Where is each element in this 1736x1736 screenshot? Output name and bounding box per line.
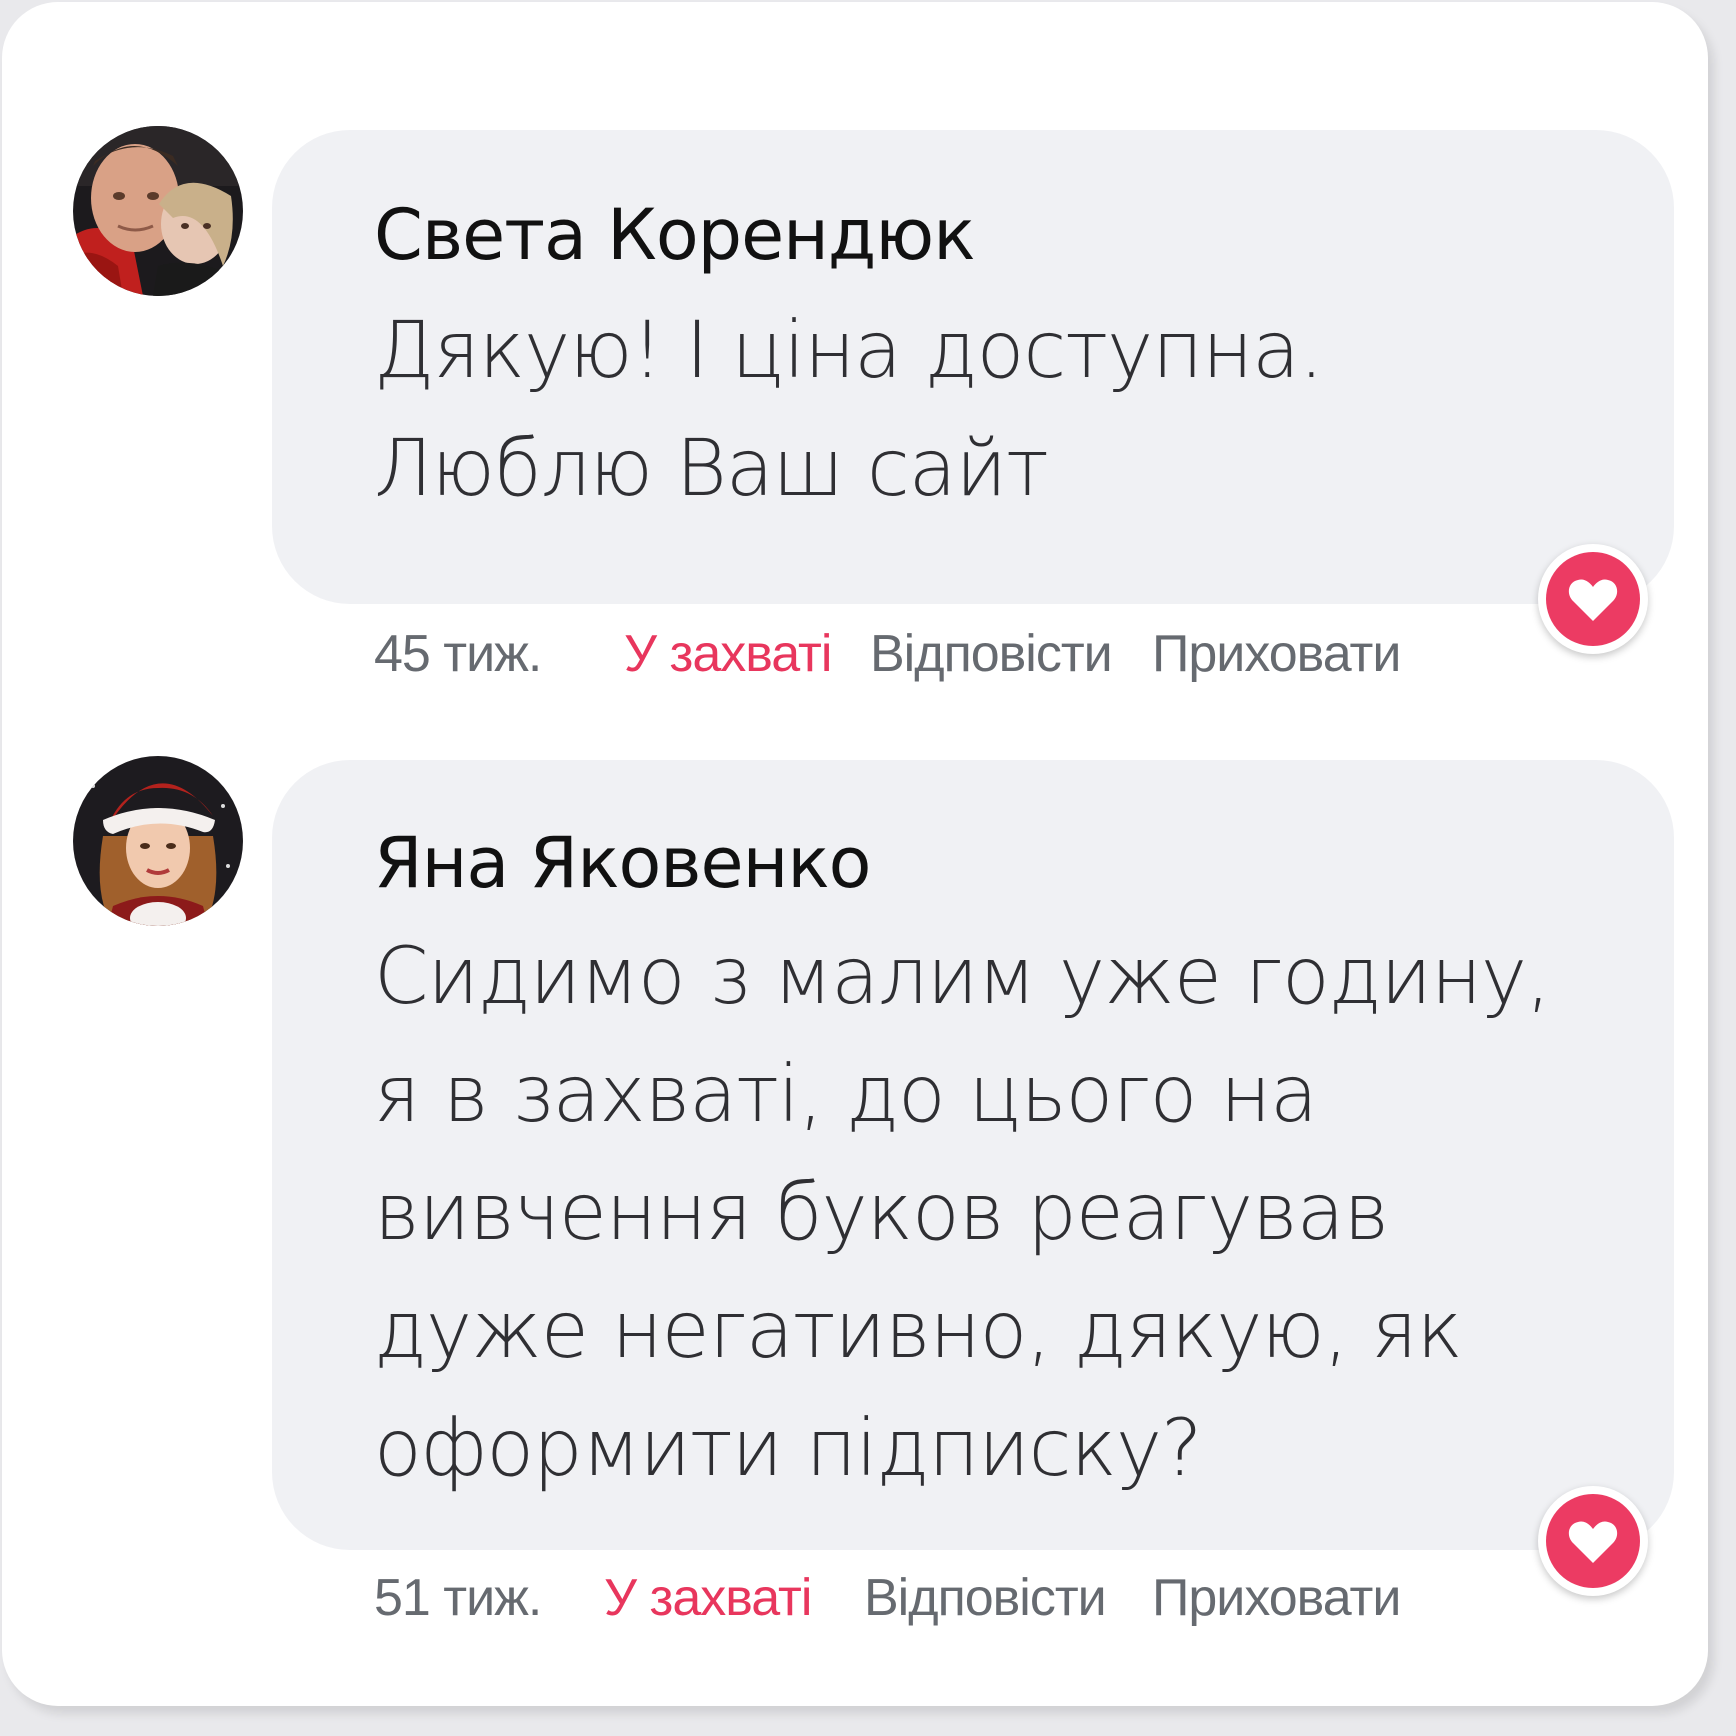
reply-button[interactable]: Відповісти [870,624,1113,684]
like-button[interactable]: У захваті [604,1568,812,1628]
reaction-badge[interactable] [1538,544,1648,654]
comment-text: Дякую! І ціна доступна. Люблю Ваш сайт [374,306,1324,514]
comment-timestamp: 51 тиж. [374,1569,542,1627]
comment-author[interactable]: Яна Яковенко [374,822,871,904]
heart-icon [1568,1521,1618,1563]
comment-author[interactable]: Света Корендюк [374,194,976,276]
woman-santa-hat-avatar [73,756,243,926]
reaction-badge[interactable] [1538,1486,1648,1596]
heart-icon [1568,579,1618,621]
comment-bubble: Яна Яковенко Сидимо з малим уже годину, … [272,760,1674,1550]
hide-button[interactable]: Приховати [1152,1568,1401,1628]
comment-text: Сидимо з малим уже годину, я в захваті, … [374,932,1551,1494]
comment-bubble: Света Корендюк Дякую! І ціна доступна. Л… [272,130,1674,604]
avatar[interactable] [73,126,243,296]
page: Света Корендюк Дякую! І ціна доступна. Л… [0,0,1736,1736]
avatar[interactable] [73,756,243,926]
comment-timestamp: 45 тиж. [374,625,542,683]
comments-card: Света Корендюк Дякую! І ціна доступна. Л… [2,2,1708,1706]
hide-button[interactable]: Приховати [1152,624,1401,684]
couple-photo-avatar [73,126,243,296]
like-button[interactable]: У захваті [624,624,832,684]
reply-button[interactable]: Відповісти [864,1568,1107,1628]
